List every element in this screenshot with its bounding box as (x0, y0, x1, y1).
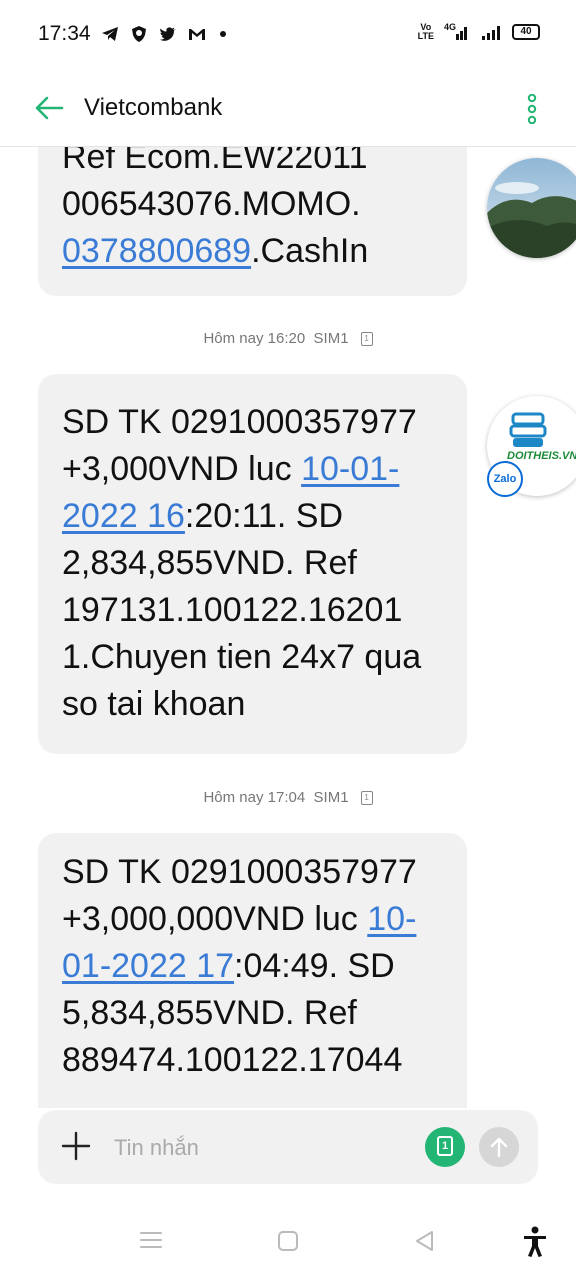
status-time: 17:34 (38, 22, 91, 45)
gmail-icon (189, 29, 205, 40)
system-navigation-bar (0, 1200, 576, 1280)
zalo-label: Zalo (493, 473, 517, 485)
telegram-icon (102, 27, 118, 41)
message-text: .CashIn (251, 232, 369, 270)
logo-text: DOITHEIS.VN (507, 450, 576, 462)
add-attachment-icon[interactable] (60, 1130, 92, 1162)
message-bubble[interactable]: SD TK 0291000357977 +3,000,000VND luc 10… (38, 833, 467, 1108)
twitter-icon (159, 27, 176, 41)
back-nav-icon[interactable] (414, 1230, 434, 1252)
timestamp-separator: Hôm nay 17:04 SIM1 1 (0, 789, 576, 806)
battery-level: 40 (520, 26, 532, 37)
message-list[interactable]: Ref Ecom.EW22011 006543076.MOMO. 0378800… (0, 146, 576, 1108)
home-icon[interactable] (277, 1230, 299, 1252)
compose-bar: 1 (38, 1110, 538, 1184)
signal-strength-icon (482, 26, 500, 40)
sim-select-button[interactable]: 1 (425, 1127, 465, 1167)
sim-label: SIM1 (313, 330, 349, 347)
more-options-icon[interactable] (522, 94, 542, 124)
message-text: Ref Ecom.EW22011 006543076.MOMO. (62, 146, 368, 223)
sim-card-icon: 1 (437, 1136, 453, 1156)
message-input[interactable] (112, 1126, 416, 1170)
sim-card-icon: 1 (360, 332, 373, 347)
menu-icon[interactable] (140, 1230, 162, 1250)
timestamp-label: Hôm nay 16:20 (203, 330, 306, 347)
accessibility-icon[interactable] (522, 1226, 548, 1258)
battery-icon: 40 (512, 24, 540, 40)
zalo-badge: Zalo (487, 461, 523, 497)
timestamp-separator: Hôm nay 16:20 SIM1 1 (0, 330, 576, 347)
message-text: SD TK 0291000357977 +3,000,000VND luc (62, 853, 417, 938)
volte-indicator: Vo LTE (418, 23, 434, 41)
notification-icons (100, 24, 226, 44)
volte-bottom-label: LTE (417, 31, 434, 41)
mobile-signal-4g-icon: 4G (444, 22, 470, 42)
message-bubble[interactable]: SD TK 0291000357977 +3,000VND luc 10-01-… (38, 374, 467, 754)
messages-screen: 17:34 Vo LTE 4G 40 Vietcombank Ref Ecom.… (0, 0, 576, 1280)
send-arrow-icon (490, 1137, 508, 1158)
chat-head-photo-avatar[interactable] (487, 158, 576, 258)
phone-number-link[interactable]: 0378800689 (62, 232, 251, 270)
send-button[interactable] (479, 1127, 519, 1167)
conversation-header: Vietcombank (0, 70, 576, 147)
more-notifications-dot (220, 31, 226, 37)
landscape-photo-icon (487, 158, 576, 258)
conversation-title: Vietcombank (84, 94, 223, 121)
status-bar: 17:34 Vo LTE 4G 40 (0, 0, 576, 70)
message-bubble[interactable]: Ref Ecom.EW22011 006543076.MOMO. 0378800… (38, 146, 467, 296)
timestamp-label: Hôm nay 17:04 (203, 789, 306, 806)
back-arrow-icon[interactable] (34, 94, 64, 122)
vpn-shield-icon (132, 26, 146, 42)
sim-label: SIM1 (313, 789, 349, 806)
system-status-icons: Vo LTE 4G 40 (418, 22, 540, 42)
sim-card-icon: 1 (360, 791, 373, 806)
